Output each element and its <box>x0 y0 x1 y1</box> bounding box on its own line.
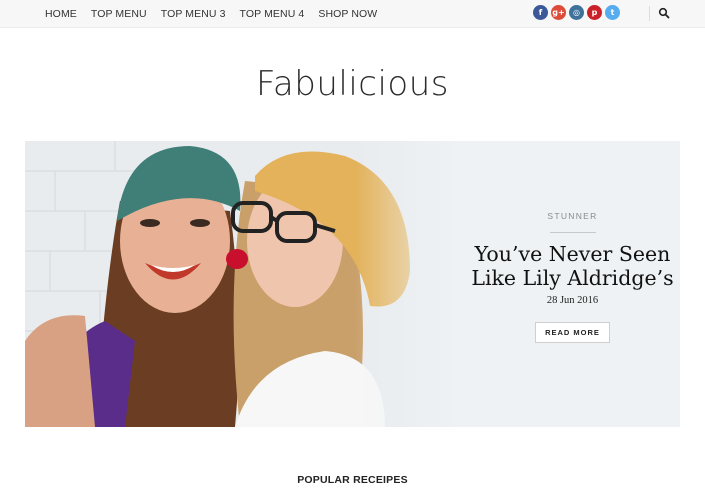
site-logo[interactable]: Fabulicious <box>0 64 705 104</box>
main-menu: HOME TOP MENU TOP MENU 3 TOP MENU 4 SHOP… <box>45 0 377 27</box>
menu-item-top-menu[interactable]: TOP MENU <box>91 8 147 20</box>
pinterest-icon[interactable]: p <box>587 5 602 20</box>
hero-caption: STUNNER You’ve Never Seen Like Lily Aldr… <box>465 211 680 343</box>
menu-item-top-menu-3[interactable]: TOP MENU 3 <box>161 8 226 20</box>
facebook-icon[interactable]: f <box>533 5 548 20</box>
social-links: f g+ ◎ p t <box>533 5 620 20</box>
google-plus-icon[interactable]: g+ <box>551 5 566 20</box>
hero-category[interactable]: STUNNER <box>465 211 680 221</box>
read-more-button[interactable]: READ MORE <box>535 322 610 343</box>
top-navigation-bar: HOME TOP MENU TOP MENU 3 TOP MENU 4 SHOP… <box>0 0 705 28</box>
menu-item-shop-now[interactable]: SHOP NOW <box>318 8 377 20</box>
hero-title-line-1: You’ve Never Seen <box>474 242 671 266</box>
hero-title[interactable]: You’ve Never Seen Like Lily Aldridge’s <box>465 242 680 290</box>
twitter-icon[interactable]: t <box>605 5 620 20</box>
hero-date: 28 Jun 2016 <box>546 295 599 306</box>
hero-slide[interactable]: STUNNER You’ve Never Seen Like Lily Aldr… <box>25 141 680 427</box>
hero-rule <box>549 232 596 233</box>
menu-item-home[interactable]: HOME <box>45 8 77 20</box>
nav-divider <box>649 6 650 21</box>
menu-item-top-menu-4[interactable]: TOP MENU 4 <box>240 8 305 20</box>
hero-title-line-2: Like Lily Aldridge’s <box>471 266 674 290</box>
search-icon[interactable] <box>658 7 670 19</box>
instagram-icon[interactable]: ◎ <box>569 5 584 20</box>
section-title: POPULAR RECEIPES <box>297 474 408 486</box>
hero-photo <box>25 141 465 427</box>
